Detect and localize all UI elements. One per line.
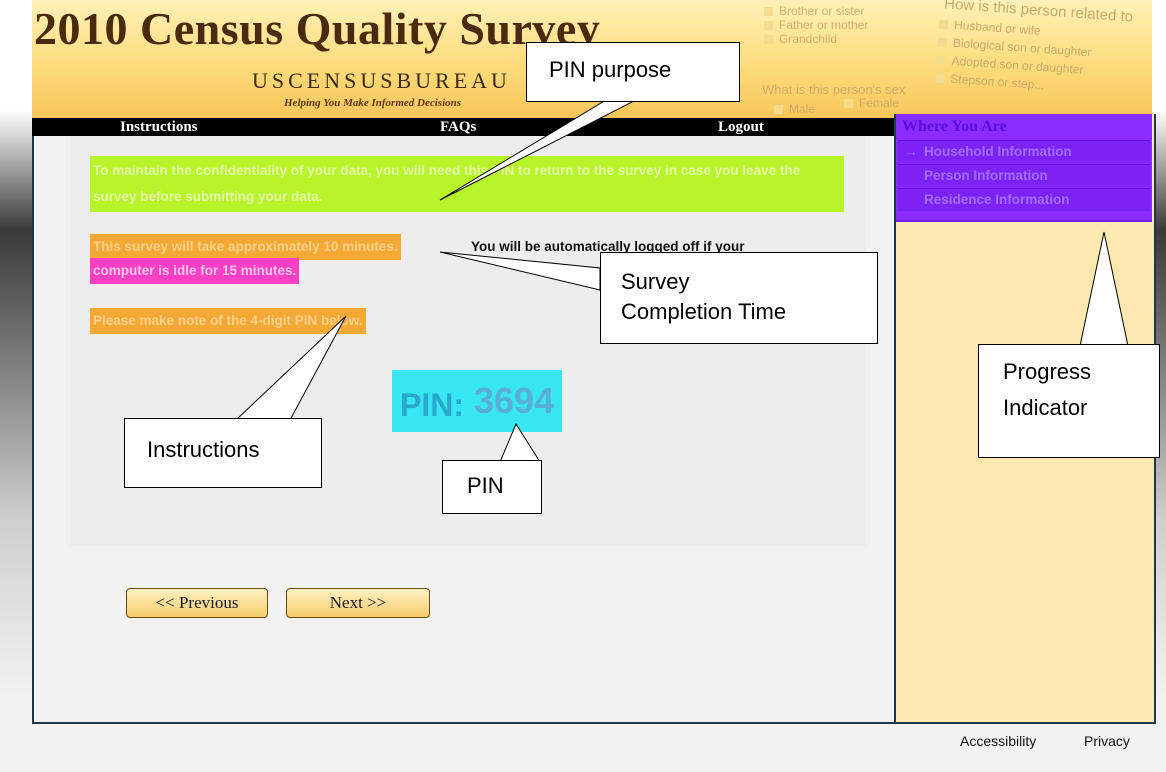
callout-instructions: Instructions — [124, 418, 322, 488]
accessibility-link[interactable]: Accessibility — [960, 733, 1036, 749]
progress-title: Where You Are — [902, 118, 1007, 135]
callout-text: Completion Time — [621, 299, 787, 324]
callout-text: PIN — [467, 473, 504, 498]
progress-step-label: Residence Information — [924, 192, 1070, 207]
callout-pin-purpose: PIN purpose — [526, 42, 740, 102]
arrow-right-icon: → — [904, 144, 918, 159]
callout-progress-indicator: Progress Indicator — [978, 344, 1160, 458]
nav-logout-link[interactable]: Logout — [718, 118, 764, 136]
bg-option: Brother or sister — [764, 4, 864, 18]
tagline: Helping You Make Informed Decisions — [284, 97, 462, 109]
callout-text: Instructions — [147, 437, 260, 462]
bg-sex-question: What is this person's sex — [762, 82, 906, 97]
survey-time-text: This survey will take approximately 10 m… — [90, 234, 401, 260]
bg-sex-option: Male — [774, 102, 815, 116]
privacy-link[interactable]: Privacy — [1084, 733, 1130, 749]
bureau-name: USCENSUSBUREAU — [252, 68, 511, 93]
callout-text: Progress — [1003, 359, 1092, 384]
previous-button[interactable]: << Previous — [126, 588, 268, 618]
idle-text: computer is idle for 15 minutes. — [90, 258, 300, 284]
nav-instructions-link[interactable]: Instructions — [120, 118, 198, 136]
nav-faqs-link[interactable]: FAQs — [440, 118, 476, 136]
pin-value: 3694 — [474, 380, 555, 421]
callout-completion-time: Survey Completion Time — [600, 252, 878, 344]
bg-option: Father or mother — [764, 18, 868, 32]
callout-text: Survey — [621, 269, 690, 294]
pin-purpose-text: To maintain the confidentiality of your … — [90, 156, 844, 212]
note-pin-text: Please make note of the 4-digit PIN belo… — [90, 308, 366, 334]
next-button[interactable]: Next >> — [286, 588, 430, 618]
bg-sex-option: Female — [844, 96, 899, 110]
callout-pin: PIN — [442, 460, 542, 514]
progress-step-label: Household Information — [924, 144, 1072, 159]
bg-option: Grandchild — [764, 32, 837, 46]
progress-step-residence: Residence Information — [898, 188, 1150, 211]
pin-display: PIN: 3694 — [392, 370, 562, 432]
callout-text: PIN purpose — [549, 57, 672, 82]
callout-text: Indicator — [1003, 395, 1088, 420]
site-title: 2010 Census Quality Survey — [34, 3, 601, 54]
nav-bar: Instructions FAQs Logout — [32, 118, 894, 136]
pin-label: PIN: — [400, 387, 464, 423]
progress-step-label: Person Information — [924, 168, 1048, 183]
progress-step-household: → Household Information — [898, 140, 1150, 163]
bg-relation-options: Husband or wife Biological son or daught… — [935, 17, 1093, 100]
progress-step-person: Person Information — [898, 164, 1150, 187]
progress-indicator: Where You Are → Household Information Pe… — [896, 114, 1152, 222]
